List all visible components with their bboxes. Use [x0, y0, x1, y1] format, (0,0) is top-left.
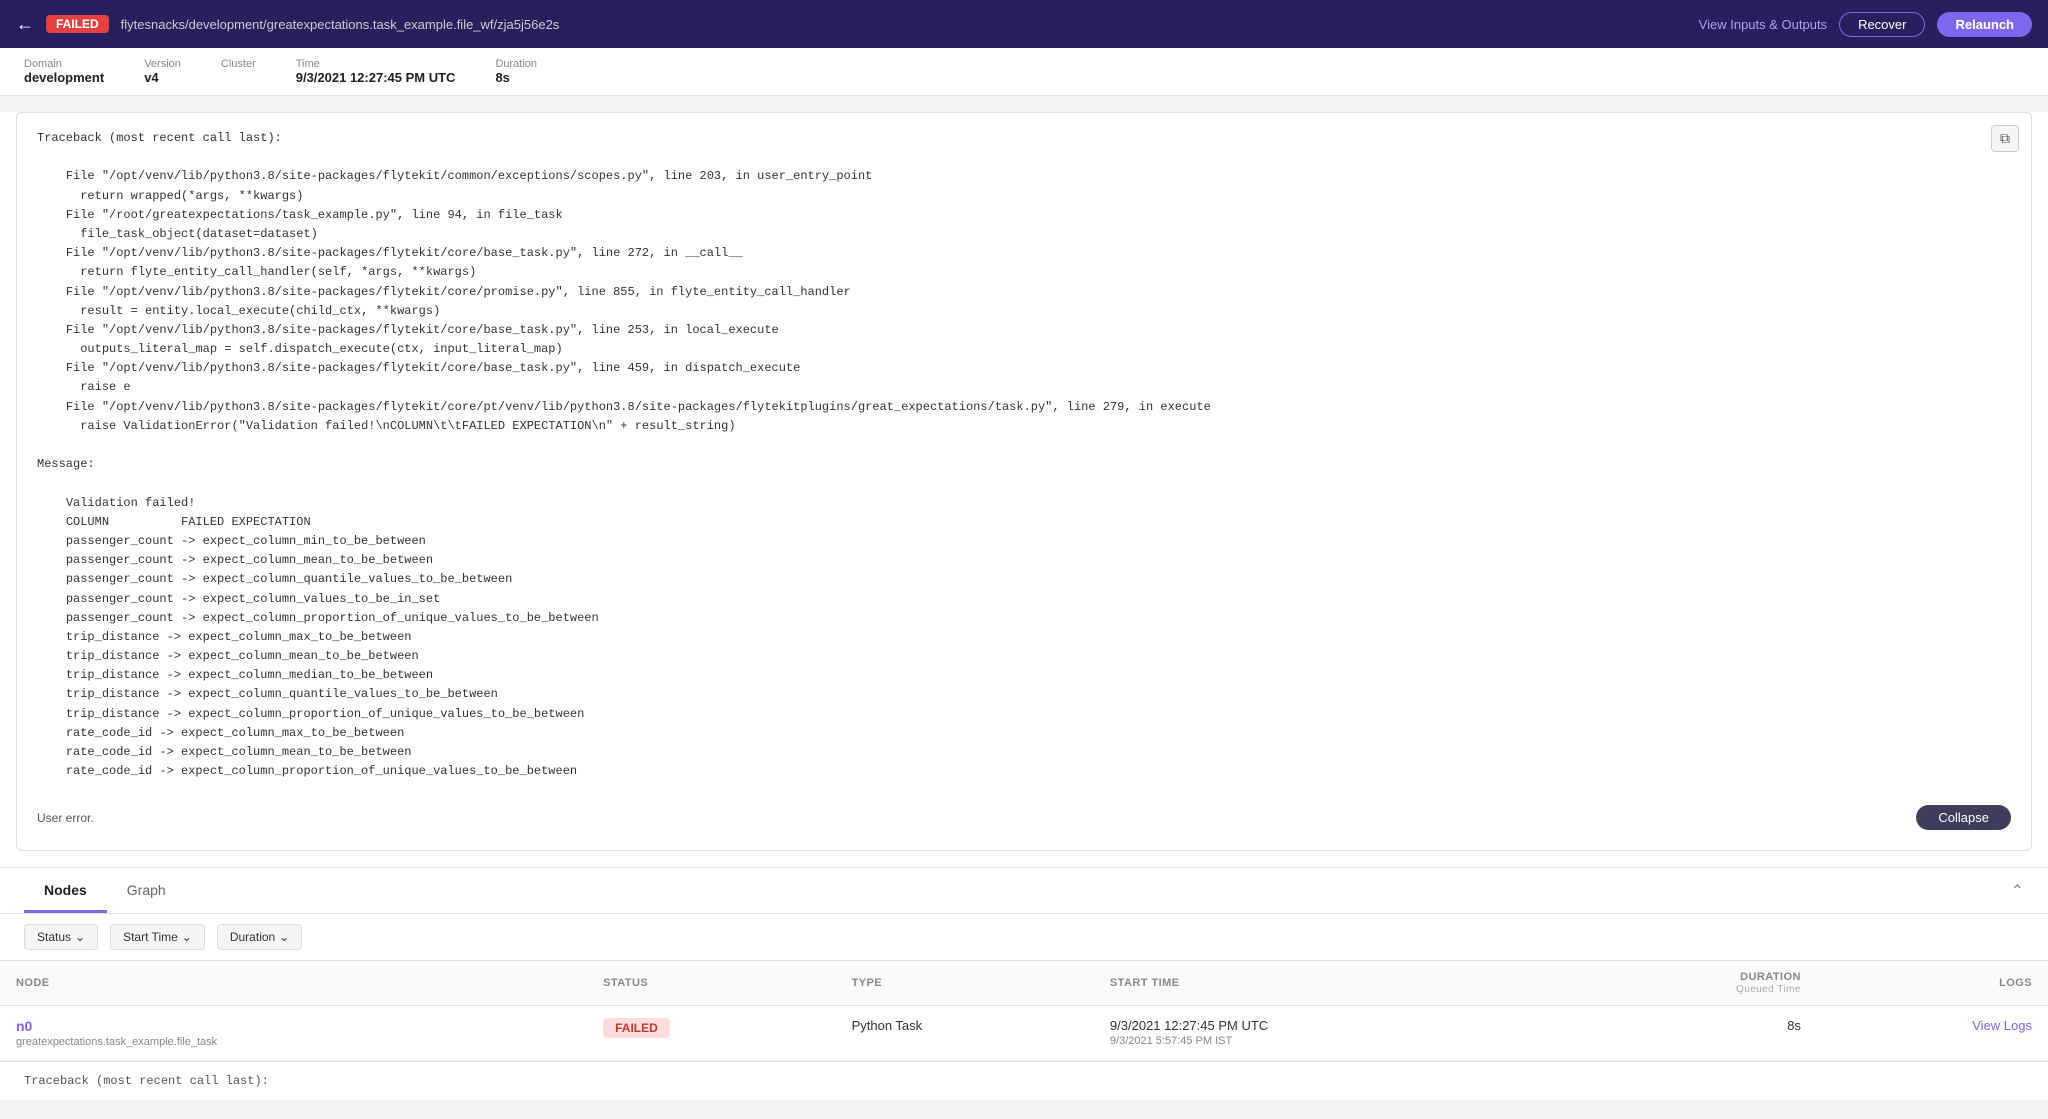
col-start-time: START TIME — [1094, 961, 1573, 1006]
status-filter-label: Status — [37, 930, 71, 944]
bottom-traceback: Traceback (most recent call last): — [0, 1061, 2048, 1100]
time-value: 9/3/2021 12:27:45 PM UTC — [296, 70, 456, 85]
tab-nodes[interactable]: Nodes — [24, 868, 107, 913]
tab-graph[interactable]: Graph — [107, 868, 186, 913]
duration-label: Duration — [495, 58, 537, 70]
recover-button[interactable]: Recover — [1839, 12, 1925, 37]
meta-cluster: Cluster — [221, 58, 256, 70]
duration-filter-label: Duration — [230, 930, 275, 944]
error-panel: ⧉ Traceback (most recent call last): Fil… — [16, 112, 2032, 851]
status-cell: FAILED — [587, 1006, 835, 1061]
domain-label: Domain — [24, 58, 104, 70]
version-value: v4 — [144, 70, 158, 85]
collapse-button[interactable]: Collapse — [1916, 805, 2011, 830]
status-filter-chevron-icon: ⌄ — [75, 930, 85, 944]
table-row: n0 greatexpectations.task_example.file_t… — [0, 1006, 2048, 1061]
col-status: STATUS — [587, 961, 835, 1006]
metabar: Domain development Version v4 Cluster Ti… — [0, 48, 2048, 96]
meta-domain: Domain development — [24, 58, 104, 85]
node-cell: n0 greatexpectations.task_example.file_t… — [0, 1006, 587, 1061]
meta-time: Time 9/3/2021 12:27:45 PM UTC — [296, 58, 456, 85]
user-error-text: User error. — [37, 811, 94, 825]
nodes-table-body: n0 greatexpectations.task_example.file_t… — [0, 1006, 2048, 1061]
start-time-ist: 9/3/2021 5:57:45 PM IST — [1110, 1035, 1557, 1047]
chevron-up-icon[interactable]: ⌃ — [2011, 881, 2024, 901]
tabs-bar: Nodes Graph ⌃ — [0, 867, 2048, 914]
type-cell: Python Task — [836, 1006, 1094, 1061]
version-label: Version — [144, 58, 181, 70]
logs-cell: View Logs — [1817, 1006, 2048, 1061]
topbar-actions: View Inputs & Outputs Recover Relaunch — [1699, 12, 2032, 37]
cluster-label: Cluster — [221, 58, 256, 70]
status-filter-button[interactable]: Status ⌄ — [24, 924, 98, 950]
start-time-filter-label: Start Time — [123, 930, 178, 944]
col-type: TYPE — [836, 961, 1094, 1006]
copy-button[interactable]: ⧉ — [1991, 125, 2019, 152]
start-time-utc: 9/3/2021 12:27:45 PM UTC — [1110, 1018, 1557, 1033]
collapse-bar: User error. Collapse — [37, 797, 2011, 830]
status-badge: FAILED — [46, 15, 109, 33]
col-logs: LOGS — [1817, 961, 2048, 1006]
filters-row: Status ⌄ Start Time ⌄ Duration ⌄ — [0, 914, 2048, 961]
node-name-link[interactable]: n0 — [16, 1018, 571, 1034]
topbar: ← FAILED flytesnacks/development/greatex… — [0, 0, 2048, 48]
duration-filter-button[interactable]: Duration ⌄ — [217, 924, 302, 950]
time-label: Time — [296, 58, 456, 70]
traceback-text: Traceback (most recent call last): File … — [37, 129, 2011, 781]
start-time-filter-chevron-icon: ⌄ — [182, 930, 192, 944]
node-sub-label: greatexpectations.task_example.file_task — [16, 1036, 571, 1048]
view-inputs-outputs-button[interactable]: View Inputs & Outputs — [1699, 17, 1827, 32]
bottom-traceback-text: Traceback (most recent call last): — [24, 1074, 2024, 1088]
start-time-filter-button[interactable]: Start Time ⌄ — [110, 924, 205, 950]
duration-value: 8s — [495, 70, 509, 85]
start-time-cell: 9/3/2021 12:27:45 PM UTC 9/3/2021 5:57:4… — [1094, 1006, 1573, 1061]
back-button[interactable]: ← — [16, 14, 34, 35]
col-node: NODE — [0, 961, 587, 1006]
nodes-table: NODE STATUS TYPE START TIME DURATIONQueu… — [0, 961, 2048, 1061]
tabs-left: Nodes Graph — [24, 868, 186, 913]
duration-filter-chevron-icon: ⌄ — [279, 930, 289, 944]
view-logs-link[interactable]: View Logs — [1972, 1018, 2032, 1033]
duration-cell: 8s — [1573, 1006, 1817, 1061]
status-failed-badge: FAILED — [603, 1018, 670, 1038]
workflow-path: flytesnacks/development/greatexpectation… — [121, 17, 1687, 32]
col-duration: DURATIONQueued Time — [1573, 961, 1817, 1006]
meta-duration: Duration 8s — [495, 58, 537, 85]
domain-value: development — [24, 70, 104, 85]
meta-version: Version v4 — [144, 58, 181, 85]
relaunch-button[interactable]: Relaunch — [1937, 12, 2032, 37]
table-header: NODE STATUS TYPE START TIME DURATIONQueu… — [0, 961, 2048, 1006]
main-content: ⧉ Traceback (most recent call last): Fil… — [0, 112, 2048, 1100]
